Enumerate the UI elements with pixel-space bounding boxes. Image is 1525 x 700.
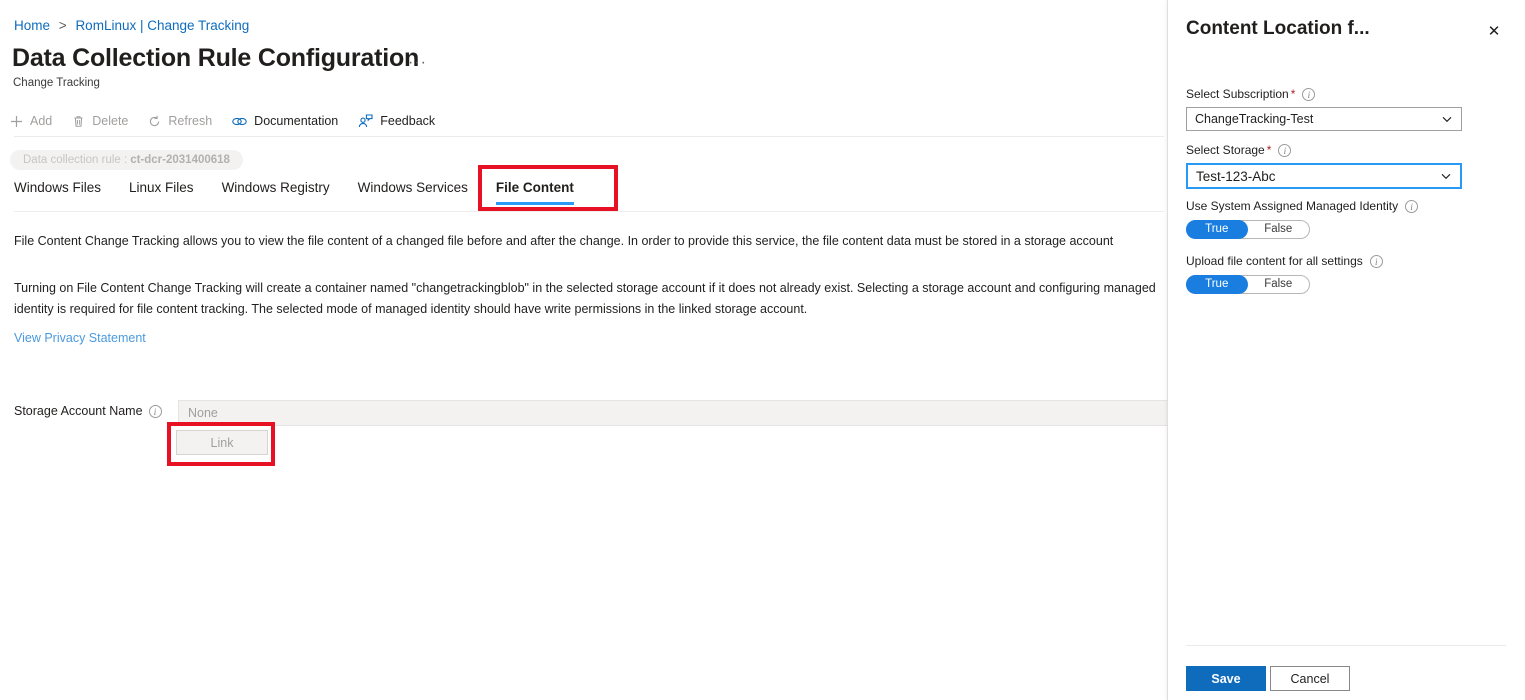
info-icon[interactable]: i — [1302, 88, 1316, 102]
panel-title: Content Location f... — [1186, 18, 1370, 39]
page-subtitle: Change Tracking — [13, 77, 100, 89]
required-marker: * — [1266, 143, 1272, 157]
tab-windows-files-label: Windows Files — [14, 180, 102, 195]
documentation-button[interactable]: Documentation — [222, 106, 348, 136]
refresh-icon — [148, 115, 161, 128]
select-subscription-value: ChangeTracking-Test — [1195, 112, 1314, 126]
managed-identity-label: Use System Assigned Managed Identity i — [1186, 199, 1419, 214]
tab-file-content[interactable]: File Content — [482, 180, 588, 205]
storage-account-name-label-text: Storage Account Name — [14, 404, 143, 418]
upload-all-settings-label: Upload file content for all settings i — [1186, 254, 1383, 269]
info-icon[interactable]: i — [1405, 200, 1419, 214]
view-privacy-statement-link[interactable]: View Privacy Statement — [14, 331, 146, 345]
app-root: Home > RomLinux | Change Tracking Data C… — [0, 0, 1525, 700]
info-icon[interactable]: i — [1369, 255, 1383, 269]
tab-linux-files-label: Linux Files — [129, 180, 194, 195]
tab-bar: Windows Files Linux Files Windows Regist… — [12, 180, 588, 205]
breadcrumb: Home > RomLinux | Change Tracking — [14, 18, 249, 34]
tab-windows-files[interactable]: Windows Files — [12, 180, 115, 205]
chip-value: ct-dcr-2031400618 — [130, 154, 230, 166]
managed-identity-toggle-true[interactable]: True — [1186, 220, 1248, 239]
info-icon[interactable]: i — [148, 405, 162, 419]
chevron-down-icon — [1441, 113, 1453, 125]
delete-button[interactable]: Delete — [62, 106, 138, 136]
page-title: Data Collection Rule Configuration — [12, 44, 420, 72]
container-creation-paragraph: Turning on File Content Change Tracking … — [14, 281, 1156, 316]
trash-icon — [72, 115, 85, 128]
add-button[interactable]: Add — [0, 106, 62, 136]
plus-icon — [10, 115, 23, 128]
cancel-button[interactable]: Cancel — [1270, 666, 1350, 691]
managed-identity-toggle[interactable]: True False — [1186, 220, 1310, 239]
breadcrumb-current-link[interactable]: RomLinux | Change Tracking — [75, 18, 249, 33]
file-content-description-paragraph: File Content Change Tracking allows you … — [14, 234, 1114, 248]
delete-button-label: Delete — [92, 114, 129, 128]
upload-all-settings-toggle-true[interactable]: True — [1186, 275, 1248, 294]
add-button-label: Add — [30, 114, 53, 128]
select-subscription-label-text: Select Subscription — [1186, 87, 1289, 101]
select-subscription-dropdown[interactable]: ChangeTracking-Test — [1186, 107, 1462, 131]
select-storage-value: Test-123-Abc — [1196, 168, 1276, 184]
main-content-area: Home > RomLinux | Change Tracking Data C… — [0, 0, 1167, 700]
managed-identity-toggle-false[interactable]: False — [1248, 221, 1310, 238]
save-button[interactable]: Save — [1186, 666, 1266, 691]
close-icon[interactable]: ✕ — [1485, 22, 1503, 40]
select-storage-dropdown[interactable]: Test-123-Abc — [1186, 163, 1462, 189]
info-icon[interactable]: i — [1278, 144, 1292, 158]
chevron-down-icon — [1440, 170, 1452, 182]
storage-account-name-label: Storage Account Name i — [14, 404, 162, 419]
upload-all-settings-label-text: Upload file content for all settings — [1186, 254, 1363, 268]
select-storage-label-text: Select Storage — [1186, 143, 1265, 157]
panel-footer-divider — [1186, 645, 1506, 646]
link-button[interactable]: Link — [176, 430, 268, 455]
tab-linux-files[interactable]: Linux Files — [115, 180, 208, 205]
refresh-button[interactable]: Refresh — [138, 106, 222, 136]
data-collection-rule-chip: Data collection rule : ct-dcr-2031400618 — [10, 150, 243, 170]
documentation-button-label: Documentation — [254, 114, 339, 128]
feedback-button[interactable]: Feedback — [348, 106, 445, 136]
tab-windows-registry[interactable]: Windows Registry — [208, 180, 344, 205]
tab-windows-registry-label: Windows Registry — [221, 180, 330, 195]
command-bar-divider — [14, 136, 1164, 137]
required-marker: * — [1290, 87, 1296, 101]
upload-all-settings-toggle-false[interactable]: False — [1248, 276, 1310, 293]
tab-windows-services[interactable]: Windows Services — [344, 180, 482, 205]
breadcrumb-home-link[interactable]: Home — [14, 18, 50, 33]
select-storage-label: Select Storage * i — [1186, 143, 1292, 158]
person-feedback-icon — [358, 114, 373, 128]
refresh-button-label: Refresh — [168, 114, 213, 128]
storage-account-name-input[interactable]: None — [178, 400, 1167, 426]
tab-file-content-label: File Content — [495, 180, 574, 195]
breadcrumb-separator: > — [58, 18, 67, 33]
managed-identity-label-text: Use System Assigned Managed Identity — [1186, 199, 1399, 213]
tab-windows-services-label: Windows Services — [357, 180, 468, 195]
feedback-button-label: Feedback — [380, 114, 436, 128]
page-more-options-icon[interactable]: ··· — [408, 54, 427, 72]
content-location-panel: Content Location f... ✕ Select Subscript… — [1167, 0, 1525, 700]
select-subscription-label: Select Subscription * i — [1186, 87, 1316, 102]
tab-bar-divider — [14, 211, 1164, 212]
links-icon — [232, 115, 247, 128]
chip-prefix: Data collection rule : — [23, 154, 128, 166]
upload-all-settings-toggle[interactable]: True False — [1186, 275, 1310, 294]
command-bar: Add Delete Refresh Documentation Feedbac… — [0, 106, 1167, 136]
